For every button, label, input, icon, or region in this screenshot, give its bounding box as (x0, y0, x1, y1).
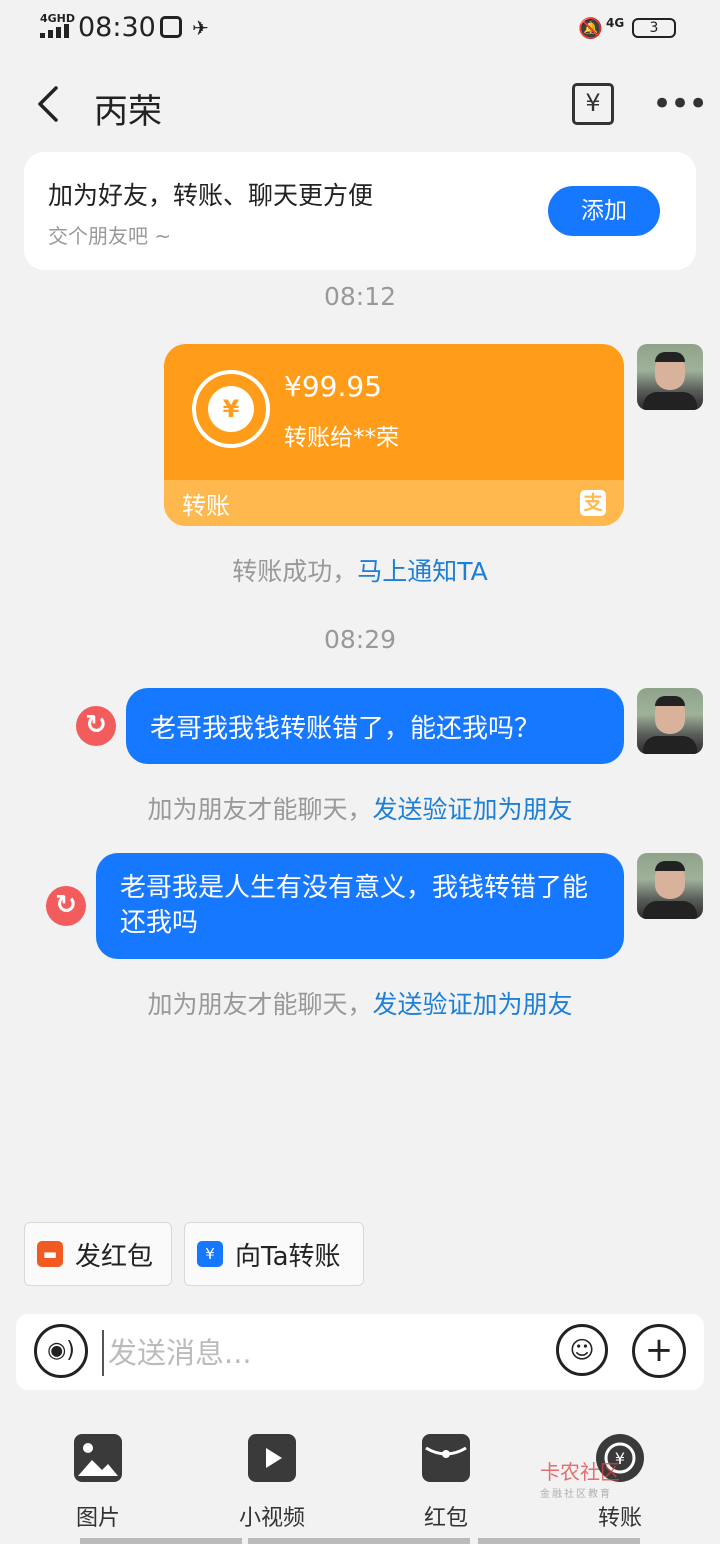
message-bubble[interactable]: 老哥我我钱转账错了，能还我吗？ (126, 688, 624, 764)
input-bar: ◉) ☺ + (16, 1314, 704, 1390)
timestamp: 08:29 (323, 625, 397, 654)
add-friend-button[interactable]: 添加 (548, 186, 660, 236)
video-icon (248, 1434, 296, 1482)
more-icon[interactable]: ••• (652, 84, 708, 124)
transfer-card[interactable]: ¥ ¥99.95 转账给**荣 转账 支 (164, 344, 624, 526)
red-packet-icon (422, 1434, 470, 1482)
chat-title: 丙荣 (94, 92, 162, 132)
transfer-to-ta-button[interactable]: ¥ 向Ta转账 (184, 1222, 364, 1286)
status-time: 08:30 (78, 12, 156, 43)
transfer-coin-icon: ¥ (192, 370, 270, 448)
transfer-card-footer: 转账 支 (164, 480, 624, 526)
avatar[interactable] (637, 688, 703, 754)
add-friend-subtitle: 交个朋友吧 ~ (48, 224, 172, 248)
panel-image[interactable]: 图片 (38, 1434, 158, 1532)
add-friend-tip: 加为朋友才能聊天，发送验证加为朋友 (147, 990, 573, 1019)
back-icon[interactable] (34, 86, 70, 122)
message-input[interactable] (102, 1330, 530, 1376)
add-friend-tip: 加为朋友才能聊天，发送验证加为朋友 (147, 795, 573, 824)
image-icon (74, 1434, 122, 1482)
message-bubble[interactable]: 老哥我是人生有没有意义，我钱转错了能还我吗 (96, 853, 624, 959)
emoji-icon[interactable]: ☺ (556, 1324, 608, 1376)
transfer-icon: ¥ (197, 1241, 223, 1267)
transfer-amount: ¥99.95 (284, 370, 382, 403)
transfer-success-tip: 转账成功，马上通知TA (232, 557, 488, 586)
panel-video[interactable]: 小视频 (212, 1434, 332, 1532)
resend-icon[interactable]: ↻ (46, 886, 86, 926)
resend-icon[interactable]: ↻ (76, 706, 116, 746)
signal-icon (40, 22, 70, 38)
add-friend-card: 加为好友，转账、聊天更方便 交个朋友吧 ~ 添加 (24, 152, 696, 270)
network-type-2: 4G (606, 16, 625, 30)
panel-red-packet[interactable]: 红包 (386, 1434, 506, 1532)
send-verification-link[interactable]: 发送验证加为朋友 (373, 990, 573, 1019)
notification-icon (160, 16, 182, 38)
transfer-record-icon[interactable]: ¥ (572, 83, 614, 125)
battery-icon: 3 (632, 18, 676, 38)
status-bar: 4GHD 08:30 ✈ 🔕 4G 3 (0, 0, 720, 56)
avatar[interactable] (637, 344, 703, 410)
red-packet-icon: ▬ (37, 1241, 63, 1267)
mute-icon: 🔕 (578, 16, 603, 40)
timestamp: 08:12 (323, 282, 397, 311)
watermark: 卡农社区 金融社区教育 (540, 1460, 620, 1500)
send-red-packet-button[interactable]: ▬ 发红包 (24, 1222, 172, 1286)
plus-icon[interactable]: + (632, 1324, 686, 1378)
app-notification-icon: ✈ (192, 16, 209, 40)
transfer-card-label: 转账 (182, 492, 230, 520)
avatar[interactable] (637, 853, 703, 919)
bottom-indicator (248, 1538, 470, 1544)
add-friend-title: 加为好友，转账、聊天更方便 (48, 181, 374, 210)
transfer-description: 转账给**荣 (284, 425, 399, 451)
alipay-icon: 支 (580, 490, 606, 516)
voice-icon[interactable]: ◉) (34, 1324, 88, 1378)
notify-link[interactable]: 马上通知TA (357, 557, 487, 586)
bottom-indicator (80, 1538, 242, 1544)
send-verification-link[interactable]: 发送验证加为朋友 (373, 795, 573, 824)
bottom-indicator (478, 1538, 640, 1544)
